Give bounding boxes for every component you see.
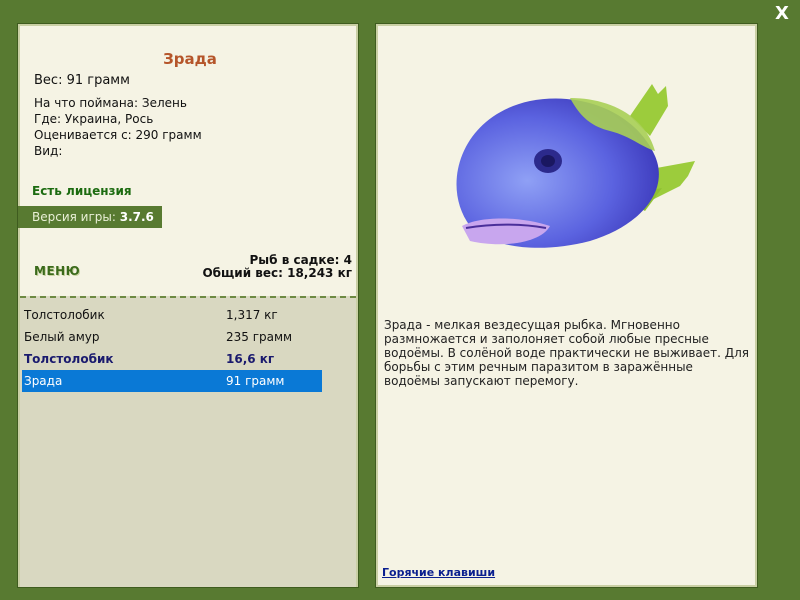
row-fish-weight: 235 грамм — [226, 330, 293, 344]
close-button[interactable]: X — [772, 4, 792, 24]
keep-net-row-selected[interactable]: Зрада 91 грамм — [22, 370, 322, 392]
hotkeys-link[interactable]: Горячие клавиши — [382, 566, 495, 579]
fish-valued-from: Оценивается с: 290 грамм — [34, 128, 202, 142]
fish-detail-panel: Зрада - мелкая вездесущая рыбка. Мгновен… — [375, 23, 758, 588]
version-value: 3.7.6 — [119, 210, 154, 224]
fish-info-panel: Зрада Вес: 91 грамм На что поймана: Зеле… — [17, 23, 359, 588]
keep-net-total-weight: Общий вес: 18,243 кг — [202, 266, 352, 280]
fish-description: Зрада - мелкая вездесущая рыбка. Мгновен… — [384, 318, 750, 388]
fish-weight: Вес: 91 грамм — [34, 73, 130, 88]
fish-bait: На что поймана: Зелень — [34, 96, 187, 110]
row-fish-weight: 91 грамм — [226, 374, 285, 388]
keep-net-row[interactable]: Толстолобик 16,6 кг — [22, 348, 322, 370]
row-fish-name: Зрада — [24, 374, 63, 388]
row-fish-name: Белый амур — [24, 330, 100, 344]
fish-species: Вид: — [34, 144, 63, 158]
keep-net-row[interactable]: Толстолобик 1,317 кг — [22, 304, 322, 326]
keep-net-stats: Рыб в садке: 4 Общий вес: 18,243 кг — [202, 254, 352, 280]
fish-pupil — [541, 155, 555, 167]
fish-illustration — [456, 84, 695, 248]
row-fish-weight: 1,317 кг — [226, 308, 278, 322]
keep-net-list: Толстолобик 1,317 кг Белый амур 235 грам… — [20, 296, 356, 587]
fish-name: Зрада — [163, 50, 217, 68]
row-fish-name: Толстолобик — [24, 308, 105, 322]
fish-location: Где: Украина, Рось — [34, 112, 154, 126]
keep-net-row[interactable]: Белый амур 235 грамм — [22, 326, 322, 348]
license-status: Есть лицензия — [32, 184, 132, 198]
row-fish-weight: 16,6 кг — [226, 352, 275, 366]
menu-button[interactable]: МЕНЮ — [34, 264, 80, 278]
version-bar: Версия игры: 3.7.6 — [18, 206, 162, 228]
version-label: Версия игры: — [32, 210, 116, 224]
row-fish-name: Толстолобик — [24, 352, 114, 366]
